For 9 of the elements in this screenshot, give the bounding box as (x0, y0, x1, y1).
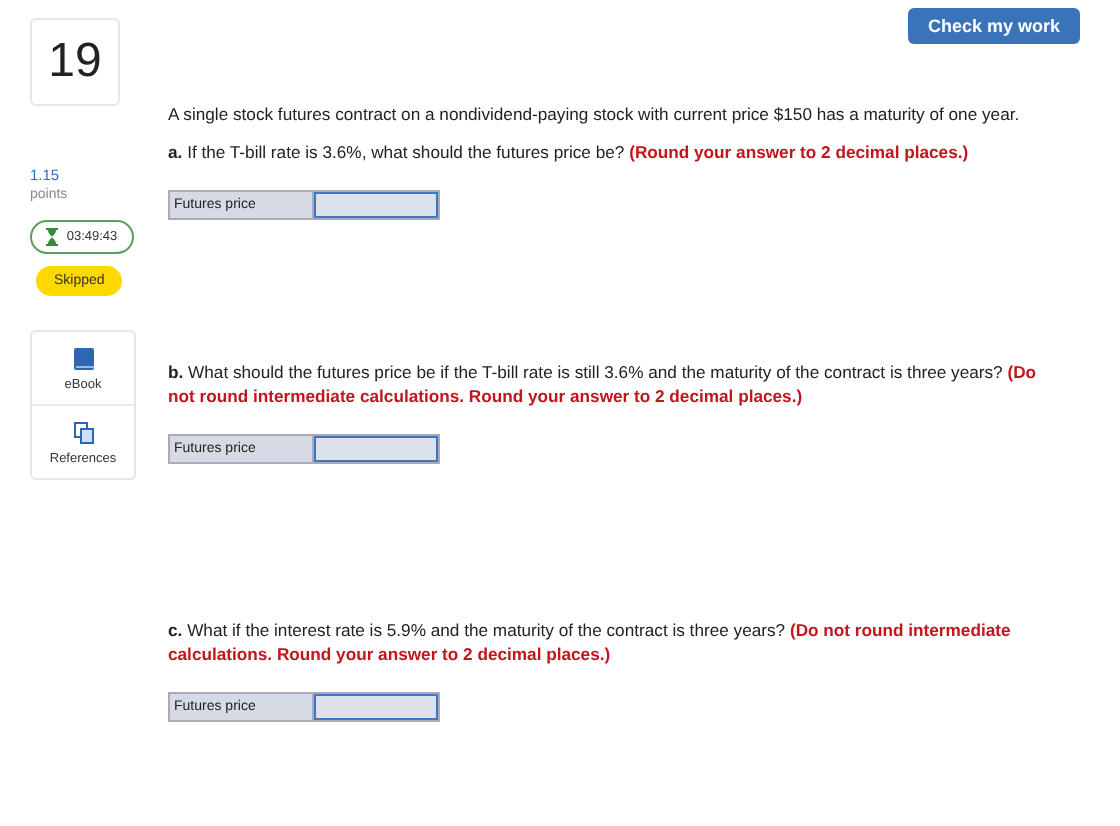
question-text: c. What if the interest rate is 5.9% and the maturity of the contract is three years? (Do not round intermediate calculations. Round your answer to 2 decimal places.) (168, 620, 1013, 666)
question-number: 19 (30, 18, 120, 106)
check-my-work-button[interactable]: Check my work (907, 8, 1080, 44)
book-icon (73, 348, 93, 370)
question-text: a. If the T-bill rate is 3.6%, what should the futures price be? (Round your answer to 2 decimal places.) (168, 141, 971, 164)
hourglass-icon (46, 228, 59, 246)
problem-statement: A single stock futures contract on a nondividend-paying stock with current price $150 has a maturity of one year. (168, 104, 1022, 127)
question-text: b. What should the futures price be if the T-bill rate is still 3.6% and the maturity of the contract is three years? (Do not round intermediate calculations. Round your answer to 2 decimal places.) (168, 362, 1039, 408)
documents-icon (73, 422, 93, 444)
